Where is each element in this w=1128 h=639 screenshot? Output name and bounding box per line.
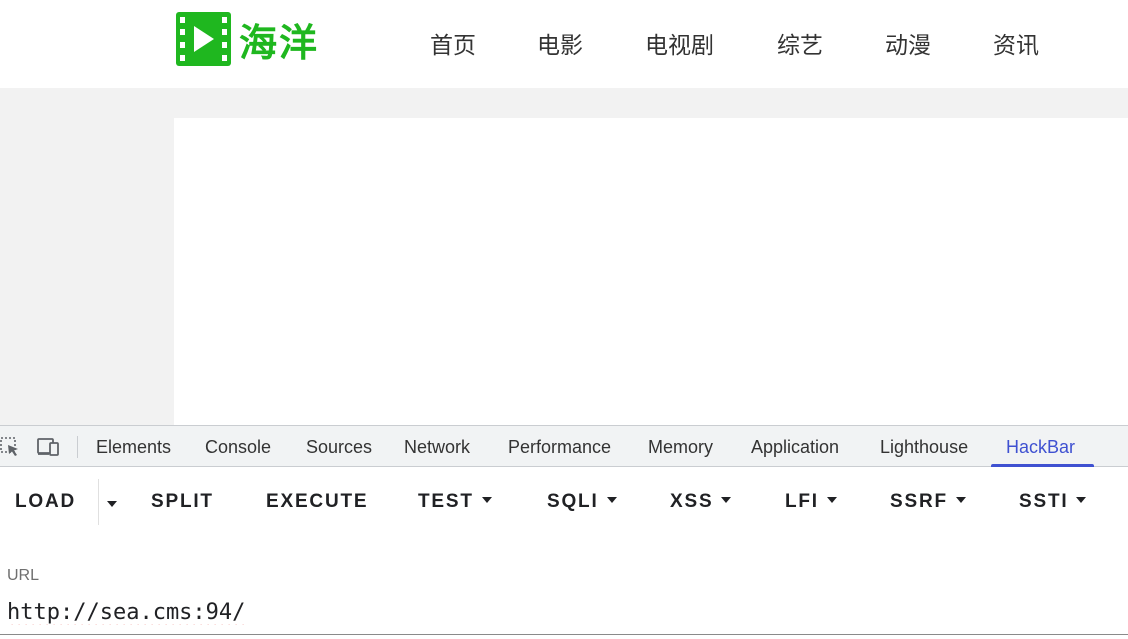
chevron-down-icon — [481, 496, 492, 503]
site-header: 海洋 首页 电影 电视剧 综艺 动漫 资讯 — [0, 0, 1128, 88]
chevron-down-icon — [826, 496, 837, 503]
load-button[interactable]: LOAD — [15, 491, 76, 513]
chevron-down-icon — [955, 496, 966, 503]
inspect-element-icon[interactable] — [0, 436, 20, 458]
nav-item-variety[interactable]: 综艺 — [777, 26, 823, 60]
xss-button-label: XSS — [670, 491, 714, 512]
test-menu-button[interactable]: TEST — [418, 491, 492, 513]
nav-item-movies[interactable]: 电影 — [537, 26, 583, 60]
ssti-menu-button[interactable]: SSTI — [1019, 491, 1087, 513]
tab-sources[interactable]: Sources — [306, 437, 372, 458]
lfi-button-label: LFI — [785, 491, 819, 512]
chevron-down-icon — [1076, 496, 1087, 503]
tab-application[interactable]: Application — [751, 437, 839, 458]
load-menu-button[interactable] — [103, 491, 125, 515]
content-panel — [174, 118, 1128, 425]
url-label: URL — [7, 567, 40, 584]
tab-lighthouse[interactable]: Lighthouse — [880, 437, 968, 458]
lfi-menu-button[interactable]: LFI — [785, 491, 837, 513]
sqli-menu-button[interactable]: SQLI — [547, 491, 617, 513]
toolbar-separator — [77, 436, 78, 458]
device-toolbar-icon[interactable] — [37, 436, 63, 458]
site-body — [0, 88, 1128, 425]
xss-menu-button[interactable]: XSS — [670, 491, 732, 513]
ssrf-button-label: SSRF — [890, 491, 948, 512]
tab-network[interactable]: Network — [404, 437, 470, 458]
execute-button-label: EXECUTE — [266, 491, 369, 512]
load-split-divider — [98, 479, 99, 525]
tab-memory[interactable]: Memory — [648, 437, 713, 458]
nav-item-home[interactable]: 首页 — [430, 26, 476, 60]
chevron-down-icon — [606, 496, 617, 503]
nav-item-anime[interactable]: 动漫 — [885, 26, 931, 60]
url-input[interactable] — [0, 591, 1128, 635]
devtools-panel: Elements Console Sources Network Perform… — [0, 425, 1128, 639]
tab-console[interactable]: Console — [205, 437, 271, 458]
site-logo[interactable]: 海洋 — [176, 12, 319, 66]
load-button-label: LOAD — [15, 491, 77, 512]
tab-performance[interactable]: Performance — [508, 437, 611, 458]
devtools-tab-bar: Elements Console Sources Network Perform… — [0, 425, 1128, 467]
hackbar-toolbar: LOAD SPLIT EXECUTE TEST SQLI XSS LFI SSR… — [0, 467, 1128, 537]
ssti-button-label: SSTI — [1019, 491, 1069, 512]
logo-text: 海洋 — [239, 20, 320, 65]
sqli-button-label: SQLI — [547, 491, 599, 512]
nav-item-news[interactable]: 资讯 — [993, 26, 1039, 60]
tab-elements[interactable]: Elements — [96, 437, 171, 458]
chevron-down-icon — [721, 496, 732, 503]
tab-hackbar[interactable]: HackBar — [1006, 437, 1075, 458]
split-button[interactable]: SPLIT — [151, 491, 214, 513]
film-play-icon — [176, 12, 231, 66]
test-button-label: TEST — [418, 491, 474, 512]
split-button-label: SPLIT — [151, 491, 214, 512]
chevron-down-icon — [107, 500, 117, 507]
execute-button[interactable]: EXECUTE — [266, 491, 368, 513]
ssrf-menu-button[interactable]: SSRF — [890, 491, 966, 513]
nav-item-tv-series[interactable]: 电视剧 — [645, 26, 714, 60]
